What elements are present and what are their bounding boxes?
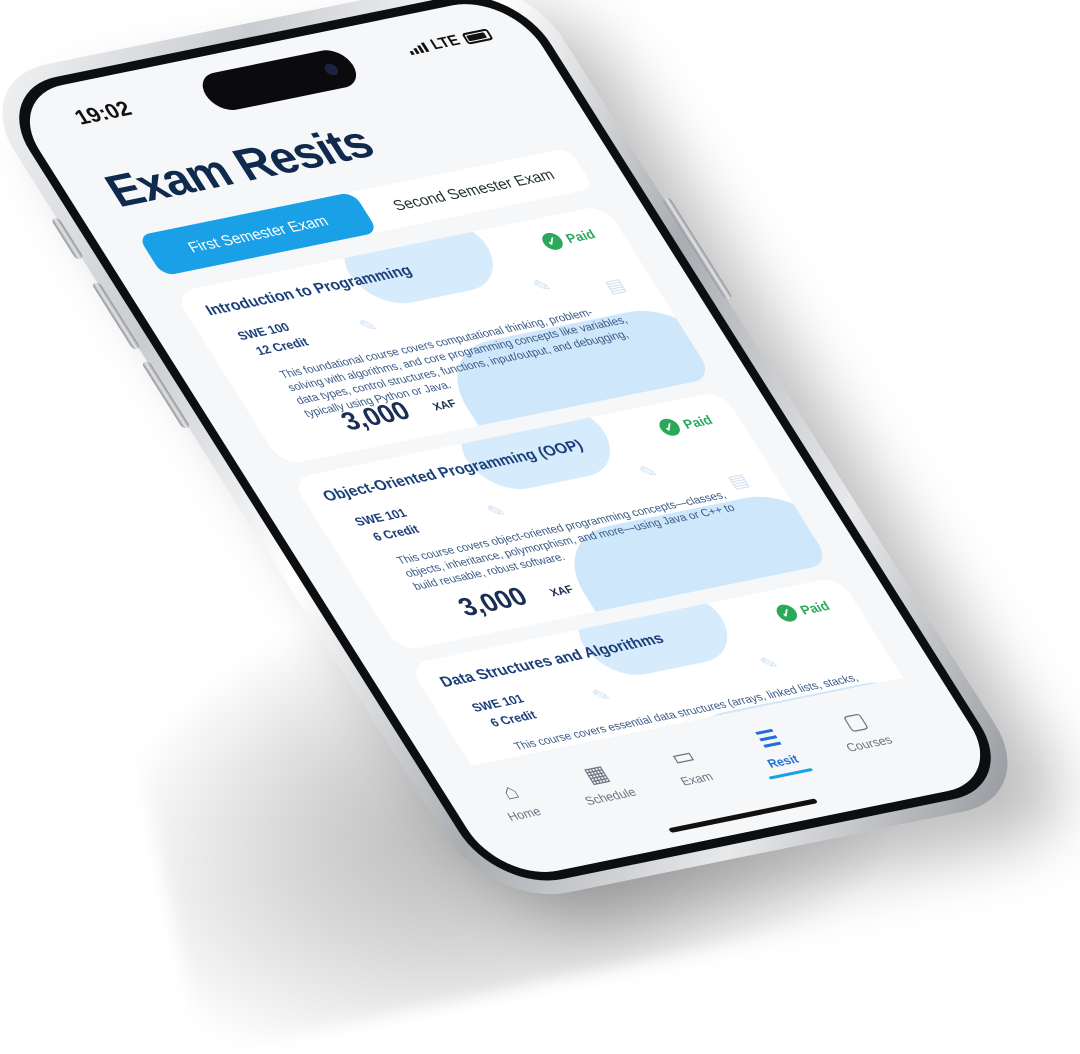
- home-indicator: [668, 798, 819, 833]
- check-icon: ✓: [538, 231, 567, 252]
- nav-courses[interactable]: ▢ Courses: [809, 702, 913, 758]
- resit-icon: ☰: [751, 725, 786, 753]
- price-currency: XAF: [430, 397, 460, 414]
- nav-label: Home: [504, 804, 544, 824]
- price-currency: XAF: [547, 583, 577, 600]
- nav-resit[interactable]: ☰ Resit: [722, 719, 826, 780]
- payment-status: ✓ Paid: [655, 411, 716, 438]
- pencil-icon: ✎: [529, 275, 557, 298]
- grade-icon: ▭: [665, 742, 700, 770]
- nav-schedule[interactable]: ▦ Schedule: [550, 754, 654, 810]
- network-label: LTE: [427, 32, 464, 54]
- nav-label: Resit: [764, 751, 802, 771]
- nav-label: Exam: [677, 769, 716, 789]
- dynamic-island: [194, 46, 365, 114]
- payment-status: ✓ Paid: [538, 225, 599, 252]
- camera-icon: [321, 62, 341, 77]
- status-label: Paid: [796, 597, 833, 618]
- pencil-icon: ✎: [756, 652, 784, 675]
- course-price: 3,000: [451, 581, 534, 622]
- check-icon: ✓: [655, 417, 684, 438]
- battery-icon: [461, 27, 494, 45]
- nav-label: Courses: [843, 732, 896, 755]
- status-label: Paid: [679, 411, 716, 432]
- status-time: 19:02: [70, 97, 137, 130]
- check-icon: ✓: [772, 603, 801, 624]
- course-credit: 6 Credit: [370, 522, 422, 544]
- document-icon: ▤: [601, 274, 630, 298]
- status-label: Paid: [562, 226, 599, 246]
- pencil-icon: ✎: [588, 684, 616, 708]
- nav-exam[interactable]: ▭ Exam: [636, 737, 740, 793]
- home-icon: ⌂: [496, 778, 524, 805]
- nav-home[interactable]: ⌂ Home: [464, 772, 568, 828]
- status-indicators: LTE: [404, 26, 495, 58]
- course-credit: 6 Credit: [487, 707, 540, 730]
- pencil-icon: ✎: [483, 500, 511, 523]
- pencil-icon: ✎: [635, 461, 663, 484]
- pencil-icon: ✎: [355, 314, 383, 338]
- signal-icon: [406, 41, 429, 55]
- payment-status: ✓ Paid: [772, 596, 833, 624]
